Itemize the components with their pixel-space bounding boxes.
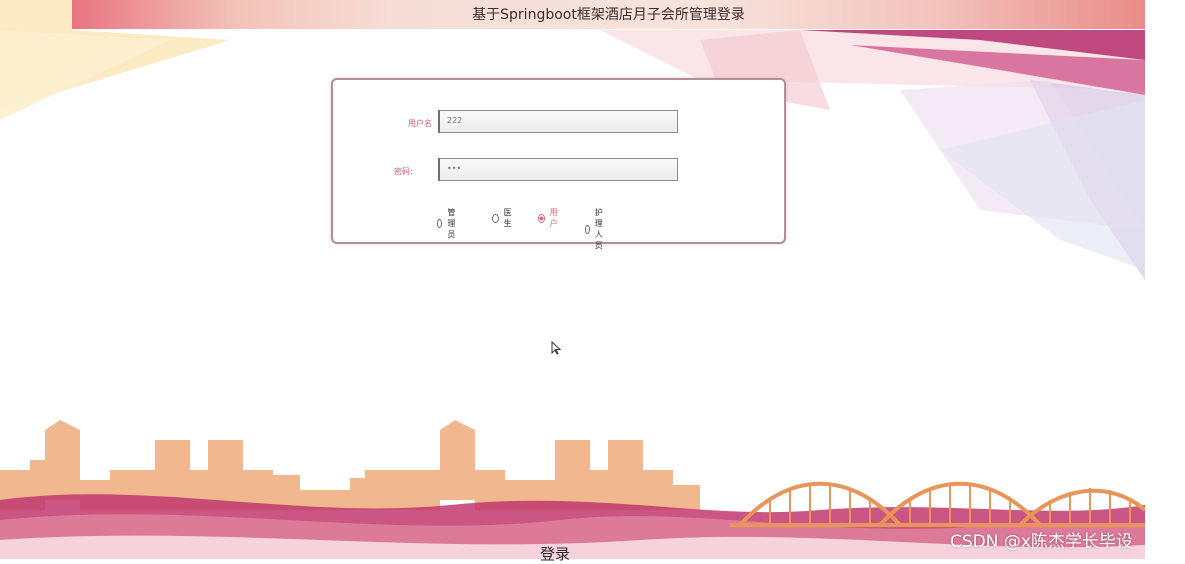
page-title: 基于Springboot框架酒店月子会所管理登录 bbox=[472, 7, 745, 23]
role-option-admin[interactable]: 管理员 bbox=[437, 207, 459, 240]
role-label: 管理员 bbox=[447, 208, 456, 239]
username-input[interactable]: 222 bbox=[438, 110, 678, 133]
login-button[interactable]: 登录 bbox=[540, 543, 570, 564]
mouse-cursor-icon bbox=[551, 340, 562, 359]
title-bar: 基于Springboot框架酒店月子会所管理登录 bbox=[72, 0, 1145, 29]
radio-circle-icon[interactable] bbox=[492, 213, 499, 223]
login-card: 用户名 222 密码: ••• 管理员 医生 用户 护理人员 bbox=[331, 78, 786, 250]
watermark-text: CSDN @x陈杰学长毕设 bbox=[950, 532, 1133, 552]
role-option-doctor[interactable]: 医生 bbox=[492, 207, 514, 229]
role-label: 护理人员 bbox=[594, 208, 603, 250]
password-label: 密码: bbox=[394, 167, 413, 176]
radio-checked-icon[interactable] bbox=[538, 213, 545, 223]
role-option-nurse[interactable]: 护理人员 bbox=[585, 207, 607, 251]
username-label: 用户名 bbox=[408, 119, 432, 128]
right-margin bbox=[1145, 0, 1185, 559]
radio-circle-icon[interactable] bbox=[585, 224, 590, 234]
role-label: 医生 bbox=[503, 208, 512, 228]
role-option-user[interactable]: 用户 bbox=[538, 207, 560, 229]
role-label: 用户 bbox=[549, 208, 558, 228]
radio-circle-icon[interactable] bbox=[437, 219, 443, 228]
password-input[interactable]: ••• bbox=[438, 158, 678, 181]
